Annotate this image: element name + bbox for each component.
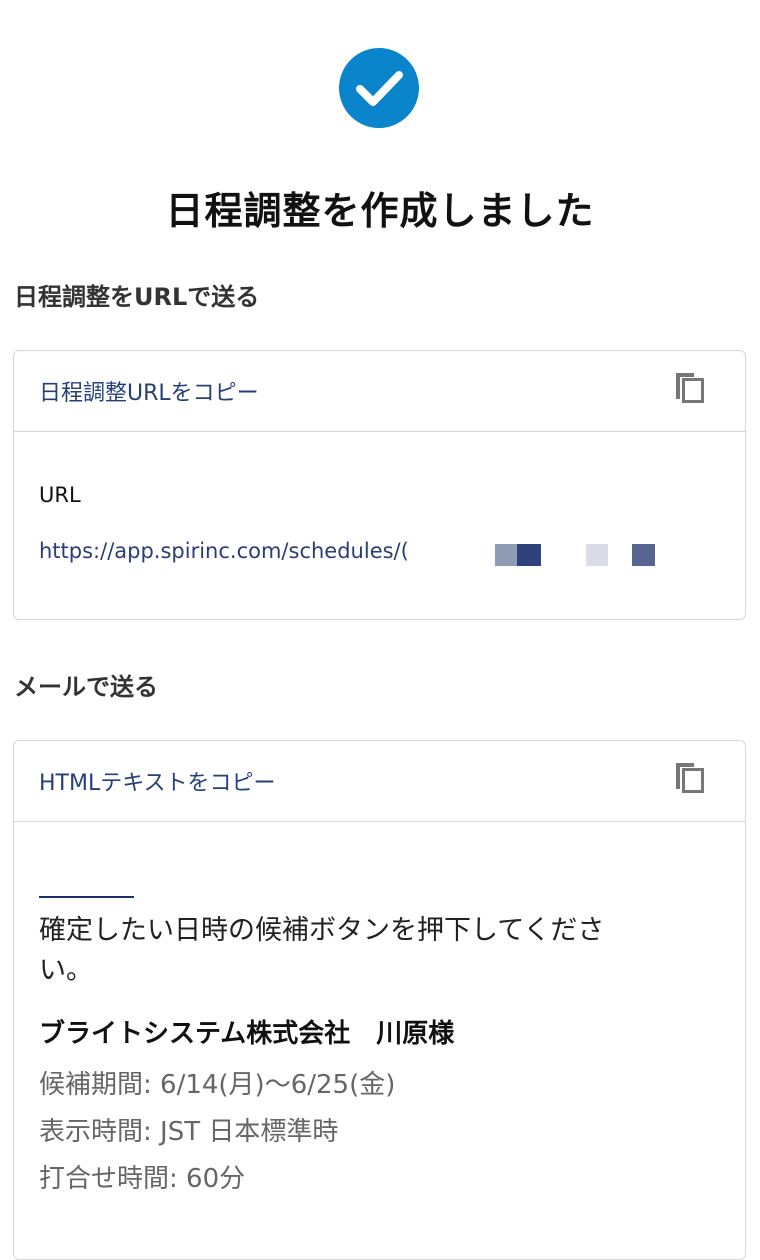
check-circle-icon <box>339 48 419 128</box>
redacted-block <box>632 544 655 566</box>
redacted-block <box>586 544 608 566</box>
instruction-text: 確定したい日時の候補ボタンを押下してください。 <box>39 915 605 986</box>
schedule-url[interactable]: https://app.spirinc.com/schedules/( <box>39 539 421 563</box>
copy-url-label[interactable]: 日程調整URLをコピー <box>39 375 259 407</box>
url-card: 日程調整URLをコピー URL https://app.spirinc.com/… <box>13 350 746 620</box>
mail-section-heading: メールで送る <box>14 673 158 701</box>
copy-html-row[interactable]: HTMLテキストをコピー <box>14 741 745 822</box>
mail-card: HTMLテキストをコピー 確定したい日時の候補ボタンを押下してください。 ブライ… <box>13 740 746 1260</box>
meeting-duration: 打合せ時間: 60分 <box>39 1164 246 1194</box>
page-title: 日程調整を作成しました <box>165 189 595 233</box>
copy-url-row[interactable]: 日程調整URLをコピー <box>14 351 745 432</box>
url-field-label: URL <box>39 483 81 507</box>
url-section-heading: 日程調整をURLで送る <box>14 283 260 311</box>
recipient-name: ブライトシステム株式会社 川原様 <box>39 1019 455 1049</box>
copy-icon[interactable] <box>670 367 710 407</box>
redacted-block <box>517 544 541 566</box>
divider <box>39 896 134 898</box>
copy-html-label[interactable]: HTMLテキストをコピー <box>39 765 276 797</box>
redacted-block <box>495 544 517 566</box>
display-timezone: 表示時間: JST 日本標準時 <box>39 1117 339 1147</box>
candidate-period: 候補期間: 6/14(月)〜6/25(金) <box>39 1070 396 1100</box>
copy-icon[interactable] <box>670 757 710 797</box>
